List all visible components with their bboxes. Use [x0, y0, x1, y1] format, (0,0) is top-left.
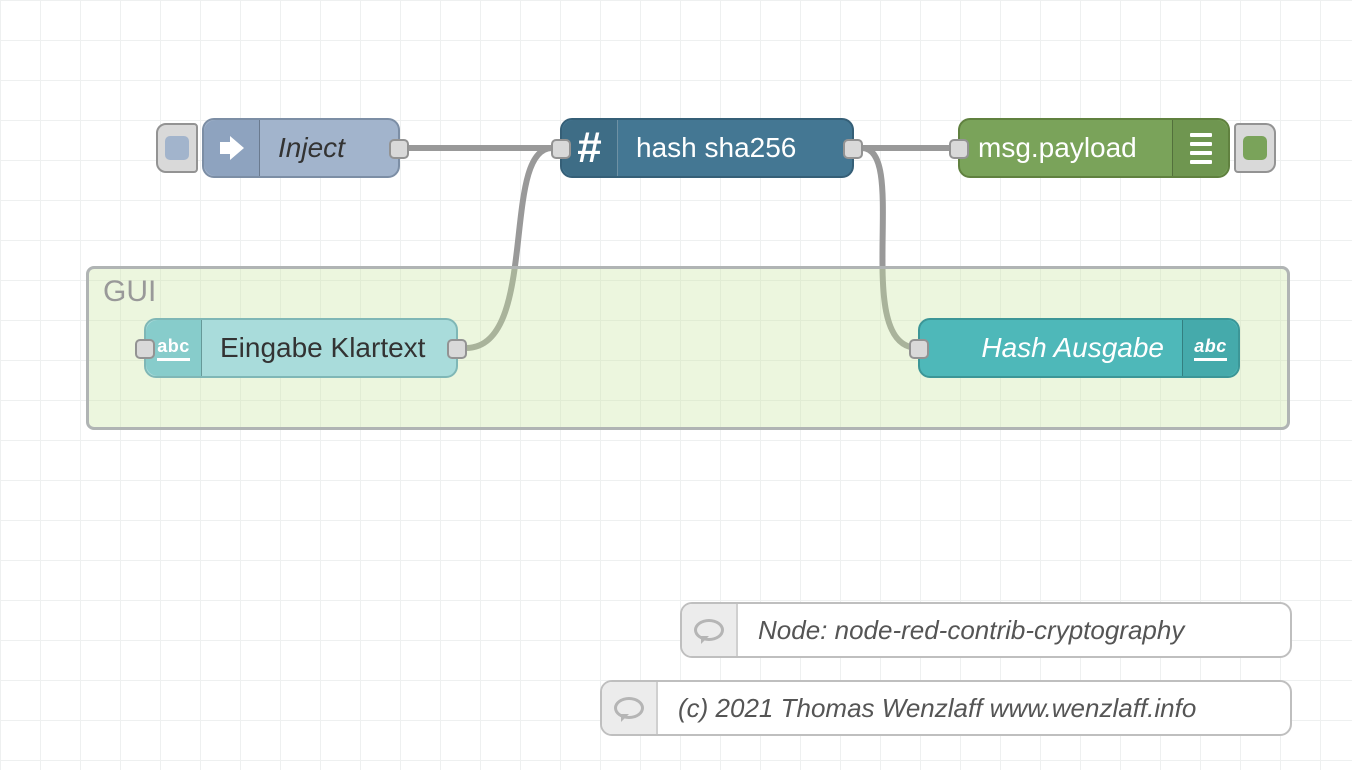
node-label: Hash Ausgabe — [920, 332, 1182, 364]
output-port[interactable] — [843, 139, 863, 159]
node-comment[interactable]: Node: node-red-contrib-cryptography — [680, 602, 1292, 658]
square-icon — [165, 136, 189, 160]
output-port[interactable] — [389, 139, 409, 159]
debug-lines-icon — [1172, 120, 1228, 176]
node-label: msg.payload — [960, 132, 1172, 164]
node-label: hash sha256 — [618, 132, 852, 164]
speech-bubble-icon — [602, 682, 658, 734]
comment-text: (c) 2021 Thomas Wenzlaff www.wenzlaff.in… — [658, 693, 1216, 724]
input-port[interactable] — [909, 339, 929, 359]
output-port[interactable] — [447, 339, 467, 359]
node-label: Inject — [260, 132, 398, 164]
comment-text: Node: node-red-contrib-cryptography — [738, 615, 1204, 646]
debug-toggle-button[interactable] — [1234, 123, 1276, 173]
node-label: Eingabe Klartext — [202, 332, 456, 364]
input-port[interactable] — [551, 139, 571, 159]
node-hash[interactable]: # hash sha256 — [560, 118, 854, 178]
node-comment[interactable]: (c) 2021 Thomas Wenzlaff www.wenzlaff.in… — [600, 680, 1292, 736]
node-inject[interactable]: Inject — [202, 118, 400, 178]
input-port[interactable] — [135, 339, 155, 359]
inject-trigger-button[interactable] — [156, 123, 198, 173]
input-port[interactable] — [949, 139, 969, 159]
group-label: GUI — [103, 275, 156, 309]
square-icon — [1243, 136, 1267, 160]
node-ui-text-output[interactable]: Hash Ausgabe abc — [918, 318, 1240, 378]
speech-bubble-icon — [682, 604, 738, 656]
arrow-icon — [204, 120, 260, 176]
abc-icon: abc — [1182, 320, 1238, 376]
node-ui-text-input[interactable]: abc Eingabe Klartext — [144, 318, 458, 378]
node-debug[interactable]: msg.payload — [958, 118, 1230, 178]
